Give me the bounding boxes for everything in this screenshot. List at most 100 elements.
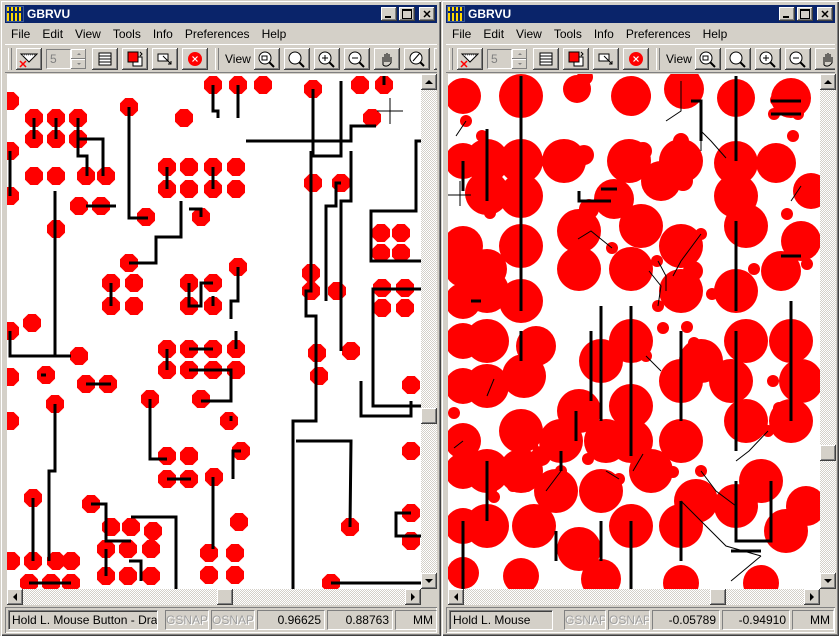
pad	[557, 247, 601, 291]
menu-info[interactable]: Info	[588, 25, 620, 43]
app-icon	[6, 6, 24, 22]
via	[748, 263, 760, 275]
menu-tools[interactable]: Tools	[548, 25, 588, 43]
zoom-out-button[interactable]	[784, 48, 811, 70]
menu-file[interactable]: File	[446, 25, 477, 43]
zoom-in-button[interactable]	[754, 48, 781, 70]
stop-button[interactable]	[623, 48, 649, 70]
zoom-fit-button[interactable]	[283, 48, 310, 70]
scroll-down-button[interactable]	[421, 573, 437, 589]
maximize-icon	[800, 9, 810, 19]
display-filter-button[interactable]	[16, 48, 42, 70]
scroll-right-button[interactable]	[804, 589, 820, 605]
spin-up-button[interactable]	[71, 49, 86, 59]
menu-file[interactable]: File	[5, 25, 36, 43]
pcb-canvas[interactable]	[7, 74, 421, 589]
zoom-out-button[interactable]	[343, 48, 370, 70]
osnap-indicator[interactable]: OSNAP	[211, 610, 255, 630]
spin-down-icon	[517, 63, 522, 65]
select-object-button[interactable]	[593, 48, 619, 70]
gsnap-indicator[interactable]: GSNAP	[564, 610, 606, 630]
scroll-down-button[interactable]	[820, 573, 836, 589]
filter-level-value[interactable]: 5	[487, 49, 512, 69]
redraw-button[interactable]	[403, 48, 430, 70]
vertical-scroll-thumb[interactable]	[820, 444, 836, 461]
window-title: GBRVU	[468, 7, 512, 21]
pad	[465, 364, 509, 408]
toolbar-separator	[656, 48, 660, 70]
via	[772, 152, 784, 164]
title-bar[interactable]: GBRVU ✕	[446, 5, 835, 23]
x-coordinate: -0.05789	[652, 610, 720, 630]
zoom-window-button[interactable]	[253, 48, 280, 70]
menu-view[interactable]: View	[69, 25, 107, 43]
gsnap-indicator[interactable]: GSNAP	[165, 610, 209, 630]
stop-button[interactable]	[182, 48, 208, 70]
layer-color-button[interactable]	[122, 48, 148, 70]
gerber-view[interactable]	[448, 74, 820, 589]
pad	[363, 109, 381, 127]
pan-button[interactable]	[814, 48, 835, 70]
close-button[interactable]: ✕	[419, 7, 435, 21]
menu-view[interactable]: View	[510, 25, 548, 43]
via	[507, 480, 519, 492]
vertical-scroll-thumb[interactable]	[421, 407, 437, 424]
pad	[70, 347, 88, 365]
horizontal-scroll-thumb[interactable]	[216, 589, 233, 605]
maximize-button[interactable]	[399, 7, 415, 21]
toolbar-grip[interactable]	[449, 48, 453, 70]
vertical-scrollbar[interactable]	[421, 74, 437, 589]
measure-button[interactable]	[433, 48, 437, 70]
spin-up-button[interactable]	[512, 49, 527, 59]
minimize-button[interactable]	[381, 7, 397, 21]
close-button[interactable]: ✕	[817, 7, 833, 21]
select-object-button[interactable]	[152, 48, 178, 70]
scroll-right-button[interactable]	[405, 589, 421, 605]
menu-help[interactable]: Help	[256, 25, 293, 43]
pcb-canvas[interactable]	[448, 74, 820, 589]
layer-list-button[interactable]	[533, 48, 559, 70]
pad	[629, 449, 673, 493]
pad	[7, 368, 19, 386]
horizontal-scrollbar[interactable]	[7, 589, 421, 605]
display-filter-button[interactable]	[457, 48, 483, 70]
scroll-up-button[interactable]	[421, 74, 437, 90]
filter-level-spinner[interactable]: 5	[487, 49, 527, 69]
gerber-view[interactable]	[7, 74, 421, 589]
pad	[557, 209, 601, 253]
osnap-indicator[interactable]: OSNAP	[608, 610, 650, 630]
horizontal-scroll-thumb[interactable]	[710, 589, 727, 605]
scroll-left-button[interactable]	[448, 589, 464, 605]
title-bar[interactable]: GBRVU ✕	[5, 5, 437, 23]
via	[667, 466, 679, 478]
zoom-fit-button[interactable]	[724, 48, 751, 70]
menu-tools[interactable]: Tools	[107, 25, 147, 43]
menu-preferences[interactable]: Preferences	[620, 25, 697, 43]
arrow-up-icon	[425, 80, 433, 84]
filter-level-spinner[interactable]: 5	[46, 49, 86, 69]
zoom-in-button[interactable]	[313, 48, 340, 70]
filter-level-value[interactable]: 5	[46, 49, 71, 69]
toolbar-grip[interactable]	[8, 48, 12, 70]
spin-down-button[interactable]	[71, 59, 86, 69]
horizontal-scrollbar[interactable]	[448, 589, 820, 605]
menu-help[interactable]: Help	[697, 25, 734, 43]
minimize-button[interactable]	[779, 7, 795, 21]
scroll-left-button[interactable]	[7, 589, 23, 605]
scroll-up-button[interactable]	[820, 74, 836, 90]
pad	[226, 544, 244, 562]
pan-button[interactable]	[373, 48, 400, 70]
maximize-button[interactable]	[797, 7, 813, 21]
pad	[465, 319, 509, 363]
layer-color-button[interactable]	[563, 48, 589, 70]
spin-down-button[interactable]	[512, 59, 527, 69]
units-indicator: MM	[792, 610, 834, 630]
menu-info[interactable]: Info	[147, 25, 179, 43]
menu-edit[interactable]: Edit	[36, 25, 69, 43]
arrow-right-icon	[411, 593, 415, 601]
layer-list-button[interactable]	[92, 48, 118, 70]
menu-edit[interactable]: Edit	[477, 25, 510, 43]
zoom-window-button[interactable]	[694, 48, 721, 70]
menu-preferences[interactable]: Preferences	[179, 25, 256, 43]
vertical-scrollbar[interactable]	[820, 74, 836, 589]
